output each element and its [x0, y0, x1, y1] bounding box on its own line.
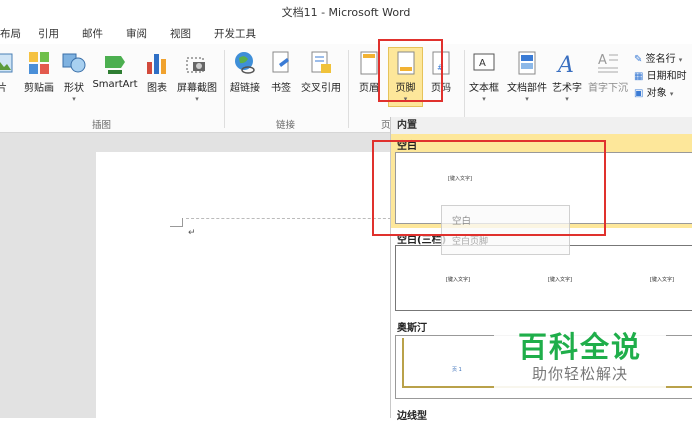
smartart-icon [103, 50, 127, 76]
gallery-item-label: 奥斯汀 [397, 323, 427, 334]
tab-developer[interactable]: 开发工具 [214, 26, 256, 41]
calendar-icon: ▦ [634, 71, 644, 82]
chevron-down-icon: ▾ [72, 95, 76, 103]
margin-corner-mark [170, 218, 183, 227]
watermark-title: 百科全说 [517, 330, 642, 364]
quick-parts-icon [515, 50, 539, 76]
picture-icon [0, 50, 14, 76]
header-boundary-line [186, 218, 396, 220]
placeholder-text: [键入文字] [548, 277, 572, 283]
bookmark-icon [269, 50, 293, 76]
date-time-button[interactable]: ▦ 日期和时 [634, 67, 687, 82]
picture-button[interactable]: 片 [0, 48, 14, 110]
quick-parts-button[interactable]: 文档部件 ▾ [505, 48, 549, 110]
placeholder-text: [键入文字] [446, 277, 470, 283]
textbox-button[interactable]: A 文本框 ▾ [466, 48, 502, 110]
austin-side-bar [402, 338, 404, 388]
svg-text:A: A [479, 58, 486, 69]
tab-layout[interactable]: 布局 [0, 26, 21, 41]
cross-reference-icon [309, 50, 333, 76]
chart-button[interactable]: 图表 [143, 48, 171, 110]
section-header-builtin: 内置 [391, 117, 692, 134]
object-icon: ▣ [634, 88, 644, 99]
shapes-icon [62, 50, 86, 76]
page-number-text: 页 1 [452, 367, 462, 373]
annotation-box-blank-item [372, 140, 606, 236]
drop-cap-button[interactable]: A 首字下沉 [586, 48, 630, 110]
tab-mailings[interactable]: 邮件 [82, 26, 103, 41]
ribbon-tabs: 布局 引用 邮件 审阅 视图 开发工具 [0, 22, 692, 44]
screenshot-icon [185, 50, 209, 76]
chart-icon [145, 50, 169, 76]
group-label-links: 链接 [276, 120, 296, 131]
globe-link-icon [233, 50, 257, 76]
chevron-down-icon: ▾ [669, 90, 674, 98]
screenshot-button[interactable]: 屏幕截图 ▾ [174, 48, 220, 110]
tab-references[interactable]: 引用 [38, 26, 59, 41]
placeholder-text: [键入文字] [650, 277, 674, 283]
paragraph-mark: ↵ [188, 228, 196, 238]
watermark-subtitle: 助你轻松解决 [531, 365, 628, 383]
watermark: 百科全说 助你轻松解决 [494, 318, 666, 388]
smartart-button[interactable]: SmartArt [90, 48, 140, 110]
object-button[interactable]: ▣ 对象 ▾ [634, 84, 673, 99]
drop-cap-icon: A [596, 50, 620, 76]
hyperlink-button[interactable]: 超链接 [227, 48, 263, 110]
chevron-down-icon: ▾ [482, 95, 486, 103]
signature-line-button[interactable]: ✎ 签名行 ▾ [634, 50, 682, 65]
window-title: 文档11 - Microsoft Word [281, 6, 411, 19]
bookmark-button[interactable]: 书签 [268, 48, 294, 110]
tab-review[interactable]: 审阅 [126, 26, 147, 41]
textbox-icon: A [472, 50, 496, 76]
clipart-icon [27, 50, 51, 76]
svg-text:A: A [598, 53, 607, 68]
chevron-down-icon: ▾ [525, 95, 529, 103]
group-separator [224, 50, 225, 128]
cross-reference-button[interactable]: 交叉引用 [298, 48, 344, 110]
document-page[interactable]: ↵ [96, 152, 396, 418]
clipart-button[interactable]: 剪贴画 [18, 48, 60, 110]
chevron-down-icon: ▾ [678, 56, 683, 64]
group-label-illustrations: 插图 [92, 120, 112, 131]
group-separator [348, 50, 349, 128]
shapes-button[interactable]: 形状 ▾ [60, 48, 88, 110]
svg-text:A: A [556, 53, 574, 76]
title-bar: 文档11 - Microsoft Word [0, 0, 692, 22]
signature-icon: ✎ [634, 54, 643, 65]
tab-view[interactable]: 视图 [170, 26, 191, 41]
annotation-box-footer [378, 39, 443, 102]
wordart-icon: A [555, 50, 579, 78]
gallery-item-label: 边线型 [397, 411, 427, 422]
chevron-down-icon: ▾ [195, 95, 199, 103]
wordart-button[interactable]: A 艺术字 ▾ [551, 48, 583, 110]
chevron-down-icon: ▾ [565, 95, 569, 103]
